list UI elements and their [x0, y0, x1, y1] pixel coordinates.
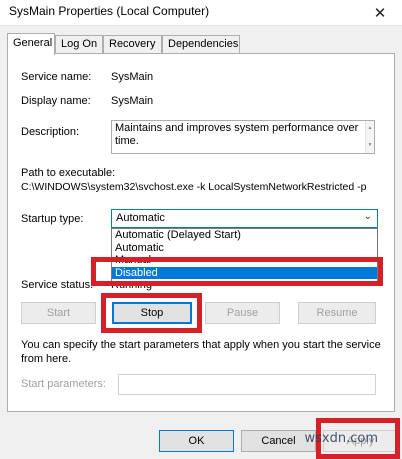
- resume-button-label: Resume: [316, 307, 358, 319]
- start-button-label: Start: [46, 307, 71, 319]
- cancel-button-label: Cancel: [261, 435, 296, 447]
- general-panel: Service name: SysMain Display name: SysM…: [7, 53, 395, 412]
- tab-general-label: General: [13, 37, 53, 49]
- pause-button[interactable]: Pause: [205, 302, 280, 324]
- path-value: C:\WINDOWS\system32\svchost.exe -k Local…: [21, 181, 367, 193]
- description-text: Maintains and improves system performanc…: [115, 122, 359, 147]
- service-name-value: SysMain: [111, 71, 154, 83]
- description-box[interactable]: Maintains and improves system performanc…: [111, 120, 375, 154]
- path-label: Path to executable:: [21, 167, 116, 179]
- tab-dependencies-label: Dependencies: [168, 38, 239, 50]
- startup-type-value: Automatic: [116, 212, 165, 224]
- startup-option-automatic[interactable]: Automatic: [112, 242, 377, 255]
- tab-recovery[interactable]: Recovery: [103, 35, 162, 53]
- service-name-label: Service name:: [21, 71, 92, 83]
- start-parameters-label: Start parameters:: [21, 378, 106, 390]
- description-label: Description:: [21, 126, 80, 138]
- tab-dependencies[interactable]: Dependencies: [162, 35, 240, 53]
- description-scrollbar[interactable]: ▲ ▼: [365, 121, 374, 153]
- title-bar: SysMain Properties (Local Computer) ✕: [0, 0, 402, 26]
- start-parameters-input[interactable]: [118, 374, 376, 395]
- start-button[interactable]: Start: [21, 302, 96, 324]
- startup-type-label: Startup type:: [21, 213, 84, 225]
- tab-log-on-label: Log On: [61, 38, 98, 50]
- chevron-down-icon: ⌄: [363, 211, 372, 222]
- disabled-option-highlight: [91, 257, 383, 286]
- pause-button-label: Pause: [226, 307, 259, 319]
- window-title: SysMain Properties (Local Computer): [9, 4, 210, 18]
- scroll-down-icon[interactable]: ▼: [366, 139, 374, 152]
- tab-log-on[interactable]: Log On: [55, 35, 103, 53]
- tab-recovery-label: Recovery: [109, 38, 156, 50]
- help-text: You can specify the start parameters tha…: [21, 339, 381, 365]
- tab-general[interactable]: General: [7, 33, 55, 55]
- resume-button[interactable]: Resume: [298, 302, 376, 324]
- service-status-label: Service status:: [21, 279, 94, 291]
- scroll-up-icon[interactable]: ▲: [366, 122, 374, 135]
- ok-button-label: OK: [188, 435, 205, 447]
- display-name-value: SysMain: [111, 95, 154, 107]
- watermark: wsxdn.com: [304, 431, 379, 446]
- startup-option-delayed[interactable]: Automatic (Delayed Start): [112, 229, 377, 242]
- stop-button-highlight: [101, 293, 202, 333]
- startup-type-select[interactable]: Automatic ⌄: [111, 209, 378, 228]
- close-icon: ✕: [373, 4, 387, 22]
- ok-button[interactable]: OK: [159, 430, 234, 452]
- close-button[interactable]: ✕: [358, 0, 402, 25]
- display-name-label: Display name:: [21, 95, 91, 107]
